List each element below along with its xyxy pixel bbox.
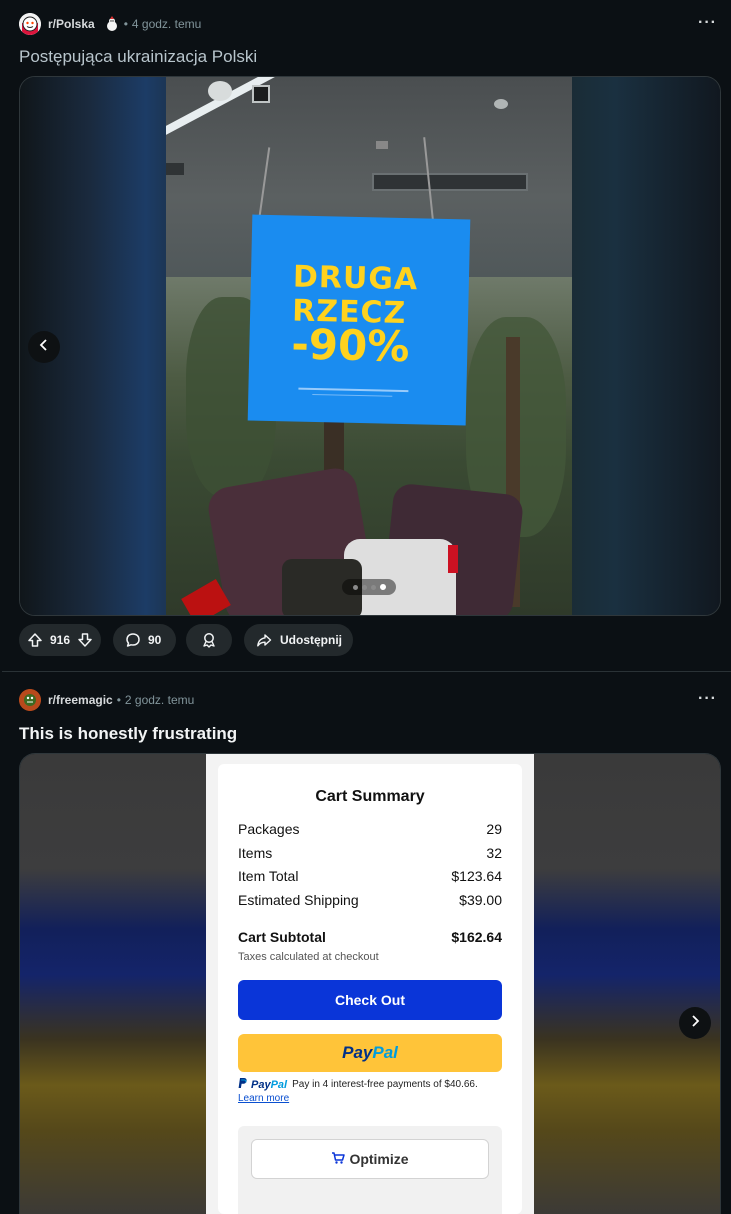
optimize-button[interactable]: Optimize xyxy=(251,1139,489,1179)
cart-row-label: Items xyxy=(238,845,273,861)
post-title[interactable]: This is honestly frustrating xyxy=(19,724,237,744)
downvote-icon[interactable] xyxy=(77,632,93,648)
comments-button[interactable]: 90 xyxy=(113,624,176,656)
cart-row-value: 32 xyxy=(486,845,502,861)
paypal-paylater-note: PayPal Pay in 4 interest-free payments o… xyxy=(238,1077,512,1092)
comment-count: 90 xyxy=(148,633,162,647)
subreddit-name[interactable]: r/Polska xyxy=(48,17,95,31)
share-button[interactable]: Udostępnij xyxy=(244,624,353,656)
paypal-logo-pay: Pay xyxy=(342,1043,373,1062)
paypal-button[interactable]: Pay Pal xyxy=(238,1034,502,1072)
post-time: 2 godz. temu xyxy=(124,693,195,707)
cart-row-value: $39.00 xyxy=(459,892,502,908)
chevron-right-icon xyxy=(689,1014,701,1032)
sale-sign: DRUGA RZECZ -90% xyxy=(247,214,471,426)
taxes-note: Taxes calculated at checkout xyxy=(238,951,379,963)
carousel-dot xyxy=(370,584,376,590)
cart-icon xyxy=(331,1151,346,1168)
post-photo: DRUGA RZECZ -90% xyxy=(166,77,572,615)
carousel-dot xyxy=(361,584,367,590)
cart-row-label: Estimated Shipping xyxy=(238,892,359,908)
cart-row-value: $123.64 xyxy=(451,868,502,884)
paypal-installments-text: Pay in 4 interest-free payments of $40.6… xyxy=(292,1079,478,1090)
cart-row-label: Item Total xyxy=(238,868,299,884)
paypal-logo-pay: Pay xyxy=(251,1078,271,1091)
carousel-dot-active xyxy=(379,584,386,590)
cart-subtotal-row: Cart Subtotal $162.64 xyxy=(238,929,502,945)
post-time: 4 godz. temu xyxy=(131,17,202,31)
carousel-indicator xyxy=(342,579,396,595)
more-options-icon[interactable]: ··· xyxy=(698,14,717,32)
chevron-left-icon xyxy=(38,338,50,356)
optimize-panel: Optimize xyxy=(238,1126,502,1214)
separator-dot: • xyxy=(123,17,128,31)
subreddit-avatar[interactable] xyxy=(19,13,41,35)
subreddit-avatar[interactable] xyxy=(19,689,41,711)
flair-emoji-icon xyxy=(104,16,120,32)
paypal-p-icon xyxy=(238,1077,248,1092)
post-actions: 916 90 Udostępnij xyxy=(19,624,353,656)
cart-row: Estimated Shipping $39.00 xyxy=(238,892,502,908)
optimize-label: Optimize xyxy=(349,1151,409,1167)
paypal-logo-pal: Pal xyxy=(270,1078,288,1091)
cart-summary-card: Cart Summary Packages 29 Items 32 Item T… xyxy=(218,764,522,1214)
post-meta: r/freemagic • 2 godz. temu xyxy=(19,689,194,711)
paypal-logo-pal: Pal xyxy=(372,1043,398,1062)
cart-subtotal-value: $162.64 xyxy=(451,929,502,945)
award-icon xyxy=(201,632,217,648)
separator-dot: • xyxy=(116,693,121,707)
post-card[interactable]: r/freemagic • 2 godz. temu ··· This is h… xyxy=(0,672,731,1214)
sign-line-1: DRUGA xyxy=(292,259,419,298)
carousel-next-button[interactable] xyxy=(679,1007,711,1039)
post-image-carousel[interactable]: Cart Summary Packages 29 Items 32 Item T… xyxy=(19,753,721,1214)
cart-row-value: 29 xyxy=(486,821,502,837)
comment-icon xyxy=(125,632,141,648)
vote-bar: 916 xyxy=(19,624,101,656)
post-meta: r/Polska • 4 godz. temu xyxy=(19,13,201,35)
learn-more-link[interactable]: Learn more xyxy=(238,1093,289,1104)
sign-line-3: -90% xyxy=(290,319,410,372)
more-options-icon[interactable]: ··· xyxy=(698,690,717,708)
cart-row: Packages 29 xyxy=(238,821,502,837)
cart-row: Item Total $123.64 xyxy=(238,868,502,884)
cart-row: Items 32 xyxy=(238,845,502,861)
post-card[interactable]: r/Polska • 4 godz. temu ··· Postępująca … xyxy=(0,0,731,670)
cart-row-label: Packages xyxy=(238,821,300,837)
carousel-dot xyxy=(352,584,358,590)
carousel-prev-button[interactable] xyxy=(28,331,60,363)
subreddit-name[interactable]: r/freemagic xyxy=(48,693,113,707)
post-image-carousel[interactable]: DRUGA RZECZ -90% xyxy=(19,76,721,616)
post-title[interactable]: Postępująca ukrainizacja Polski xyxy=(19,47,257,67)
upvote-icon[interactable] xyxy=(27,632,43,648)
vote-count: 916 xyxy=(49,633,71,647)
checkout-button[interactable]: Check Out xyxy=(238,980,502,1020)
cart-subtotal-label: Cart Subtotal xyxy=(238,929,326,945)
award-button[interactable] xyxy=(186,624,232,656)
share-icon xyxy=(256,632,272,648)
cart-heading: Cart Summary xyxy=(315,788,425,805)
share-label: Udostępnij xyxy=(280,633,342,647)
